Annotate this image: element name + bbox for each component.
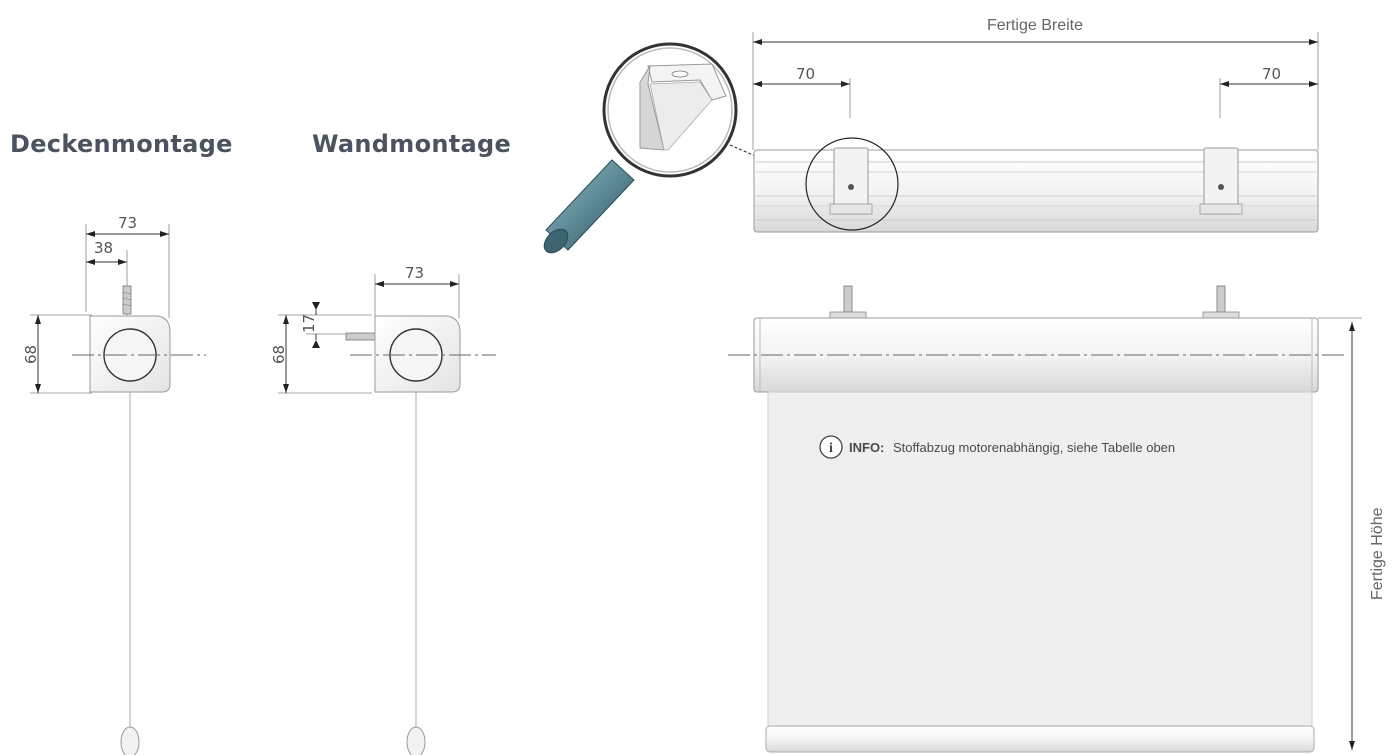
ceiling-height-dim: 68 [22, 345, 40, 364]
top-view-rail: Fertige Breite 70 70 [752, 17, 1319, 233]
ceiling-offset-dim: 38 [94, 239, 113, 257]
right-bracket-dim: 70 [1262, 65, 1281, 83]
finished-height-label: Fertige Höhe [1369, 507, 1386, 600]
magnifier-icon [543, 42, 738, 254]
info-label: INFO: [849, 440, 884, 455]
wall-height-dim: 68 [270, 345, 288, 364]
title-ceiling-mount: Deckenmontage [10, 130, 233, 158]
wall-mount-view: 73 68 17 [270, 264, 496, 755]
ceiling-width-dim: 73 [118, 214, 137, 232]
left-bracket-dim: 70 [796, 65, 815, 83]
wall-bracket-dim: 17 [300, 314, 318, 333]
front-view: Fertige Höhe [728, 285, 1386, 753]
title-wall-mount: Wandmontage [312, 130, 511, 158]
finished-width-label: Fertige Breite [987, 17, 1083, 34]
wall-width-dim: 73 [405, 264, 424, 282]
info-text: Stoffabzug motorenabhängig, siehe Tabell… [893, 440, 1175, 455]
info-note: i INFO: Stoffabzug motorenabhängig, sieh… [819, 435, 1175, 459]
ceiling-mount-view: 73 38 68 [22, 214, 206, 755]
technical-drawing: Deckenmontage Wandmontage 73 38 68 73 68… [10, 17, 1386, 755]
info-icon-glyph: i [829, 441, 833, 456]
